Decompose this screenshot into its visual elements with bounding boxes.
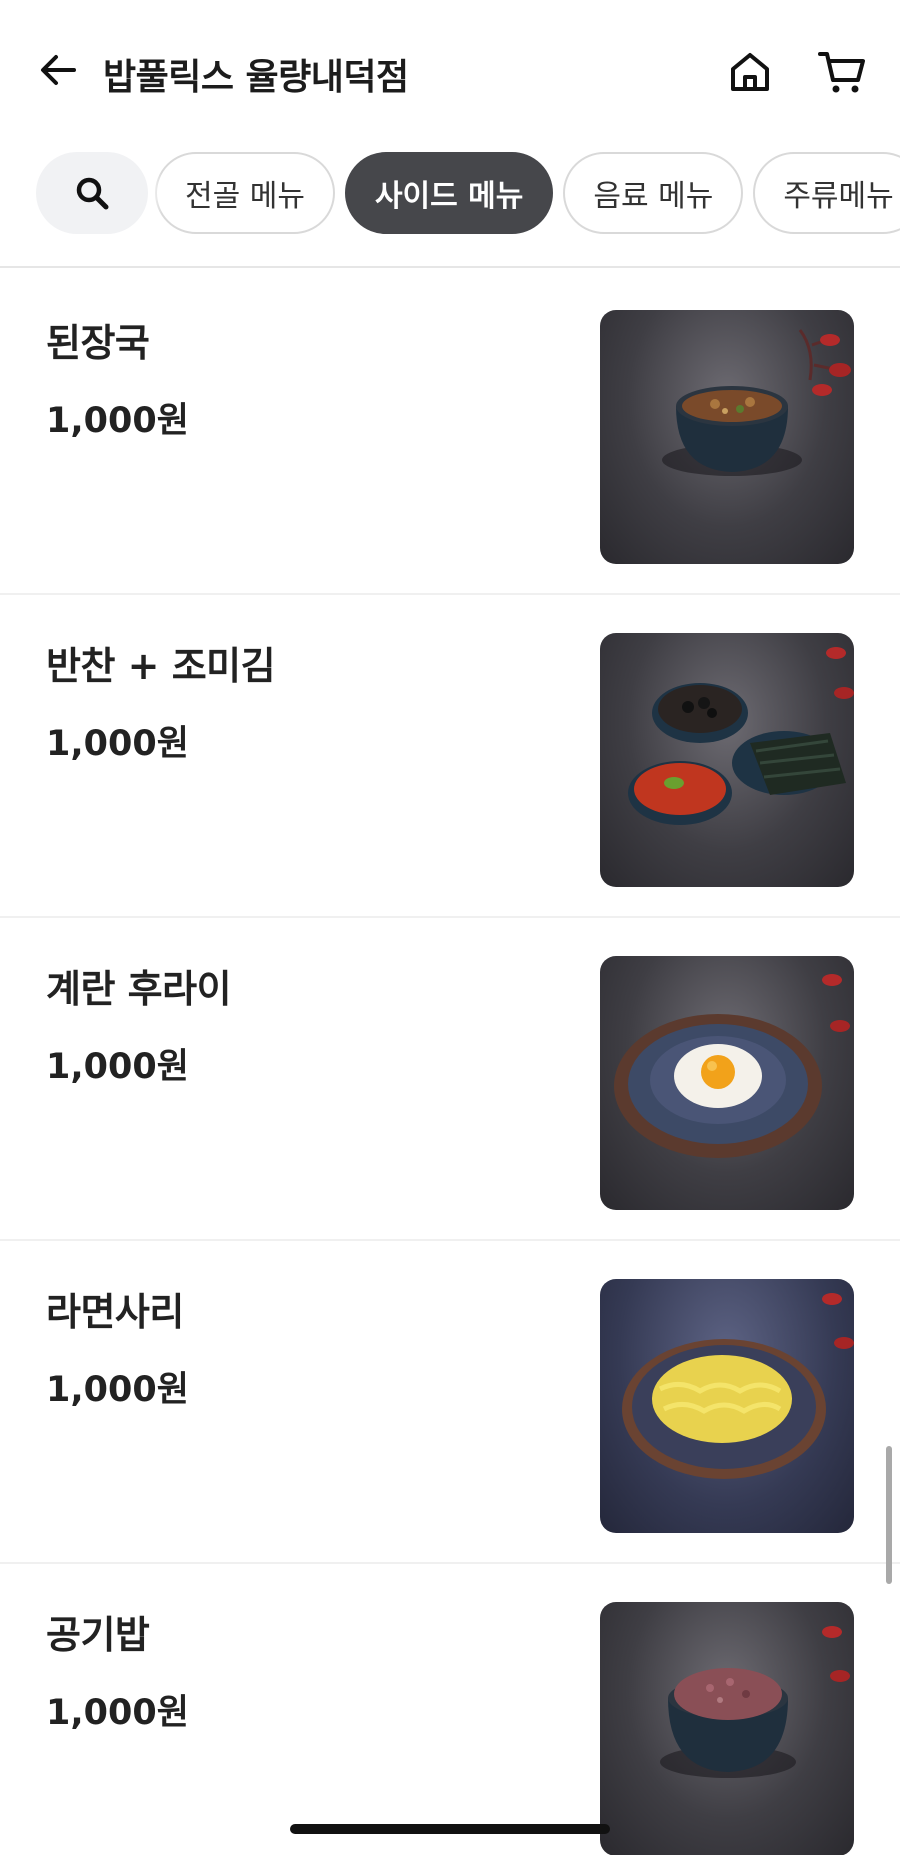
menu-item[interactable]: 반찬 + 조미김 1,000원	[0, 595, 900, 918]
menu-item-image-ramen-noodles	[600, 1279, 854, 1533]
top-app-bar: 밥풀릭스 율량내덕점	[0, 0, 900, 140]
search-button[interactable]	[36, 152, 148, 234]
cart-icon	[818, 52, 865, 93]
home-icon	[731, 53, 769, 91]
tab-drink-menu[interactable]: 음료 메뉴	[563, 152, 744, 234]
menu-item-name: 공기밥	[46, 1613, 150, 1657]
menu-item[interactable]: 라면사리 1,000원	[0, 1241, 900, 1564]
menu-item-price: 1,000원	[46, 1047, 189, 1087]
arrow-left-icon	[41, 55, 76, 85]
home-button[interactable]	[720, 44, 780, 100]
scrollbar[interactable]	[886, 1446, 892, 1584]
menu-item-image-rice-bowl	[600, 1602, 854, 1855]
search-icon	[76, 177, 109, 210]
menu-item-price: 1,000원	[46, 724, 189, 764]
menu-item-price: 1,000원	[46, 1370, 189, 1410]
menu-item-image-fried-egg	[600, 956, 854, 1210]
menu-item[interactable]: 계란 후라이 1,000원	[0, 918, 900, 1241]
menu-item-image-soybean-soup	[600, 310, 854, 564]
menu-item-price: 1,000원	[46, 401, 189, 441]
tab-side-menu[interactable]: 사이드 메뉴	[344, 152, 554, 234]
menu-item-image-side-dishes	[600, 633, 854, 887]
tabs-fade-edge	[148, 152, 162, 234]
tab-liquor-menu[interactable]: 주류메뉴	[753, 152, 900, 234]
home-indicator-bar	[290, 1824, 610, 1834]
menu-item[interactable]: 공기밥 1,000원	[0, 1564, 900, 1855]
menu-item[interactable]: 된장국 1,000원	[0, 272, 900, 595]
menu-item-name: 된장국	[46, 321, 150, 365]
divider	[0, 266, 900, 268]
category-tabs: 전골 메뉴 사이드 메뉴 음료 메뉴 주류메뉴	[155, 152, 900, 234]
menu-item-name: 라면사리	[46, 1290, 184, 1334]
tab-hotpot-menu[interactable]: 전골 메뉴	[155, 152, 335, 234]
menu-item-name: 반찬 + 조미김	[46, 644, 276, 688]
menu-list: 된장국 1,000원 반찬 + 조미김 1,000원 계란 후라이 1,000원…	[0, 272, 900, 1855]
back-button[interactable]	[30, 42, 86, 98]
category-bar: 전골 메뉴 사이드 메뉴 음료 메뉴 주류메뉴	[0, 140, 900, 268]
menu-item-price: 1,000원	[46, 1693, 189, 1733]
page-title: 밥풀릭스 율량내덕점	[103, 57, 409, 98]
cart-button[interactable]	[812, 44, 872, 100]
menu-item-name: 계란 후라이	[46, 967, 232, 1011]
